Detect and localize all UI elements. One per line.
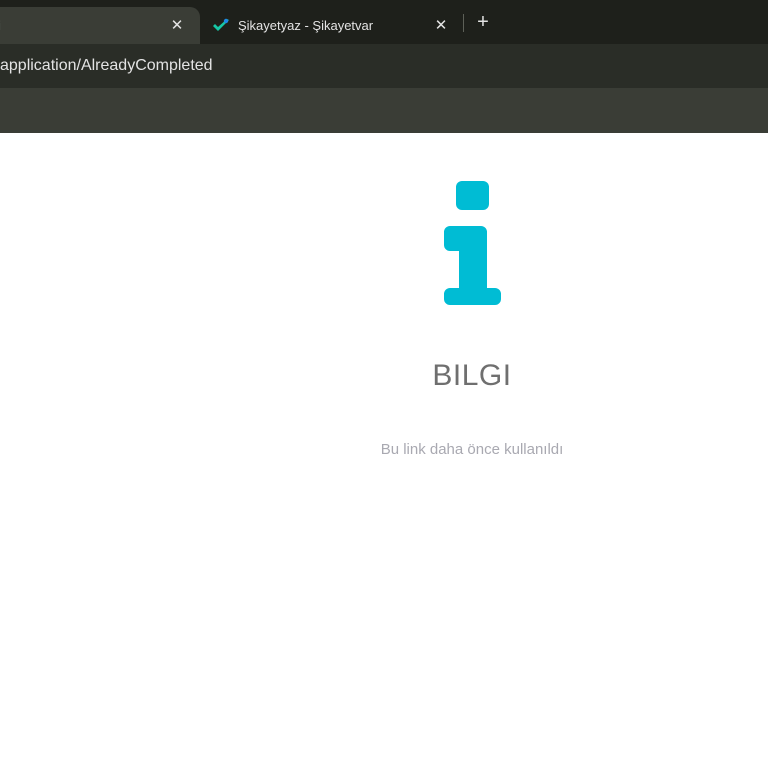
bookmarks-bar <box>0 88 768 133</box>
page-content: BILGI Bu link daha önce kullanıldı <box>0 133 768 768</box>
tab-title: Şikayetyaz - Şikayetvar <box>238 18 374 33</box>
sikayetvar-favicon-icon <box>213 18 229 31</box>
tab-title: i <box>0 18 158 33</box>
close-icon[interactable]: ✕ <box>432 16 450 34</box>
tab-strip: i ✕ Şikayetyaz - Şikayetvar ✕ + <box>0 0 768 44</box>
tab-active[interactable]: i ✕ <box>0 7 200 44</box>
address-bar-url[interactable]: application/AlreadyCompleted <box>0 55 213 77</box>
browser-toolbar: application/AlreadyCompleted <box>0 44 768 88</box>
info-icon-dot <box>456 181 489 210</box>
tab-separator <box>463 14 464 32</box>
close-icon[interactable]: ✕ <box>168 16 186 34</box>
tab-sikayetyaz[interactable]: Şikayetyaz - Şikayetvar ✕ <box>204 7 460 44</box>
info-icon <box>444 181 501 305</box>
page-title: BILGI <box>432 359 512 392</box>
info-icon-stem <box>444 226 501 305</box>
info-message: Bu link daha önce kullanıldı <box>380 441 564 458</box>
new-tab-button[interactable]: + <box>472 11 494 33</box>
